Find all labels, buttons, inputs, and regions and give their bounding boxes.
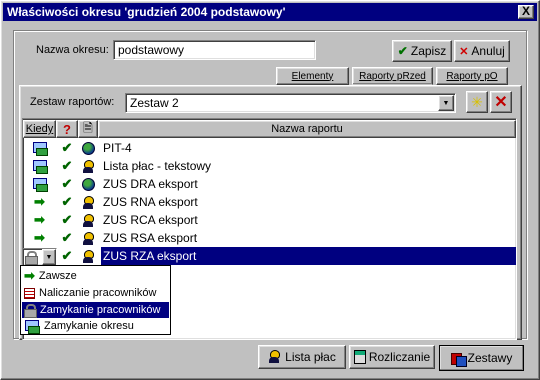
person-icon [82, 249, 94, 263]
report-name: ZUS RZA eksport [101, 247, 516, 265]
save-button[interactable]: ✔ Zapisz [392, 40, 452, 62]
tab-raporty-przed[interactable]: Raporty pRzed [352, 67, 433, 85]
calculator-icon [353, 350, 366, 364]
cancel-button-label: Anuluj [471, 44, 505, 58]
option-label: Zamykanie pracowników [40, 304, 161, 316]
period-close-icon [32, 177, 48, 192]
always-arrow-icon: ➡ [34, 230, 45, 245]
report-name: ZUS RCA eksport [103, 213, 198, 227]
tab-elementy[interactable]: Elementy [276, 67, 349, 85]
column-header-include[interactable]: ? [56, 120, 78, 138]
column-header-type[interactable]: 🗎 [78, 120, 98, 138]
window-title: Właściwości okresu 'grudzień 2004 podsta… [3, 3, 537, 21]
star-icon: ✳ [471, 93, 483, 110]
chevron-down-icon[interactable]: ▼ [438, 95, 454, 111]
always-arrow-icon: ➡ [24, 268, 35, 283]
save-button-label: Zapisz [410, 44, 447, 58]
checkmark-icon[interactable]: ✔ [56, 229, 78, 247]
always-arrow-icon: ➡ [34, 212, 45, 227]
report-name: ZUS DRA eksport [103, 177, 198, 191]
option-label: Zamykanie okresu [44, 320, 134, 332]
option-label: Zawsze [38, 270, 77, 282]
delete-set-button[interactable]: ✕ [490, 91, 512, 113]
period-name-input[interactable]: podstawowy [113, 40, 316, 60]
payroll-list-button[interactable]: Lista płac [258, 345, 346, 369]
table-row[interactable]: ✔ PIT-4 [23, 139, 516, 157]
globe-icon [81, 177, 95, 191]
checkmark-icon[interactable]: ✔ [56, 211, 78, 229]
period-close-icon [32, 159, 48, 174]
checkmark-icon[interactable]: ✔ [56, 193, 78, 211]
sets-label: Zestawy [467, 351, 513, 365]
payroll-list-label: Lista płac [285, 350, 336, 364]
period-close-icon [32, 141, 48, 156]
sets-button[interactable]: Zestawy [439, 345, 524, 371]
table-row[interactable]: ➡ ✔ ZUS RSA eksport [23, 229, 516, 247]
report-name: ZUS RNA eksport [103, 195, 198, 209]
checkmark-icon[interactable]: ✔ [56, 139, 78, 157]
person-icon [268, 350, 282, 364]
chevron-down-icon[interactable]: ▼ [42, 249, 56, 265]
lock-icon [25, 251, 38, 265]
checkmark-icon[interactable]: ✔ [56, 175, 78, 193]
dropdown-option-closing-employees[interactable]: Zamykanie pracowników [22, 302, 169, 318]
globe-icon [81, 141, 95, 155]
period-name-label: Nazwa okresu: [36, 44, 109, 56]
report-name: Lista płac - tekstowy [103, 159, 212, 173]
table-row[interactable]: ✔ ZUS DRA eksport [23, 175, 516, 193]
table-row[interactable]: ➡ ✔ ZUS RCA eksport [23, 211, 516, 229]
lock-icon [24, 304, 37, 318]
report-set-label: Zestaw raportów: [30, 96, 115, 108]
always-arrow-icon: ➡ [34, 194, 45, 209]
checkmark-icon[interactable]: ✔ [56, 247, 78, 265]
person-icon [82, 195, 94, 209]
checkmark-icon[interactable]: ✔ [56, 157, 78, 175]
close-button[interactable]: X [518, 5, 534, 19]
report-sets-icon [450, 351, 467, 367]
person-icon [82, 231, 94, 245]
settlement-button[interactable]: Rozliczanie [349, 345, 435, 369]
table-row[interactable]: ✔ Lista płac - tekstowy [23, 157, 516, 175]
delete-x-icon: ✕ [494, 94, 508, 111]
cancel-x-icon: ✕ [459, 45, 469, 58]
settlement-label: Rozliczanie [368, 350, 431, 364]
column-header-name[interactable]: Nazwa raportu [98, 120, 516, 138]
tab-raporty-po[interactable]: Raporty pO [436, 67, 508, 85]
cancel-button[interactable]: ✕ Anuluj [454, 40, 510, 62]
checkmark-icon: ✔ [397, 44, 408, 58]
dropdown-option-always[interactable]: ➡ Zawsze [22, 268, 169, 284]
column-header-when[interactable]: Kiedy [23, 120, 56, 138]
close-icon: X [521, 4, 530, 18]
report-name: PIT-4 [103, 141, 132, 155]
period-close-icon [24, 319, 40, 334]
document-icon: 🗎 [83, 120, 93, 135]
report-name: ZUS RSA eksport [103, 231, 198, 245]
option-label: Naliczanie pracowników [39, 287, 157, 299]
person-icon [82, 159, 94, 173]
dropdown-option-calculation[interactable]: Naliczanie pracowników [22, 285, 169, 301]
calculation-icon [24, 287, 35, 299]
dropdown-option-closing-period[interactable]: Zamykanie okresu [22, 318, 169, 334]
report-set-select[interactable]: Zestaw 2 [125, 93, 456, 113]
person-icon [82, 213, 94, 227]
new-set-button[interactable]: ✳ [466, 91, 488, 113]
table-row[interactable]: ➡ ✔ ZUS RNA eksport [23, 193, 516, 211]
table-row-selected[interactable]: ✔ ZUS RZA eksport [23, 247, 516, 265]
